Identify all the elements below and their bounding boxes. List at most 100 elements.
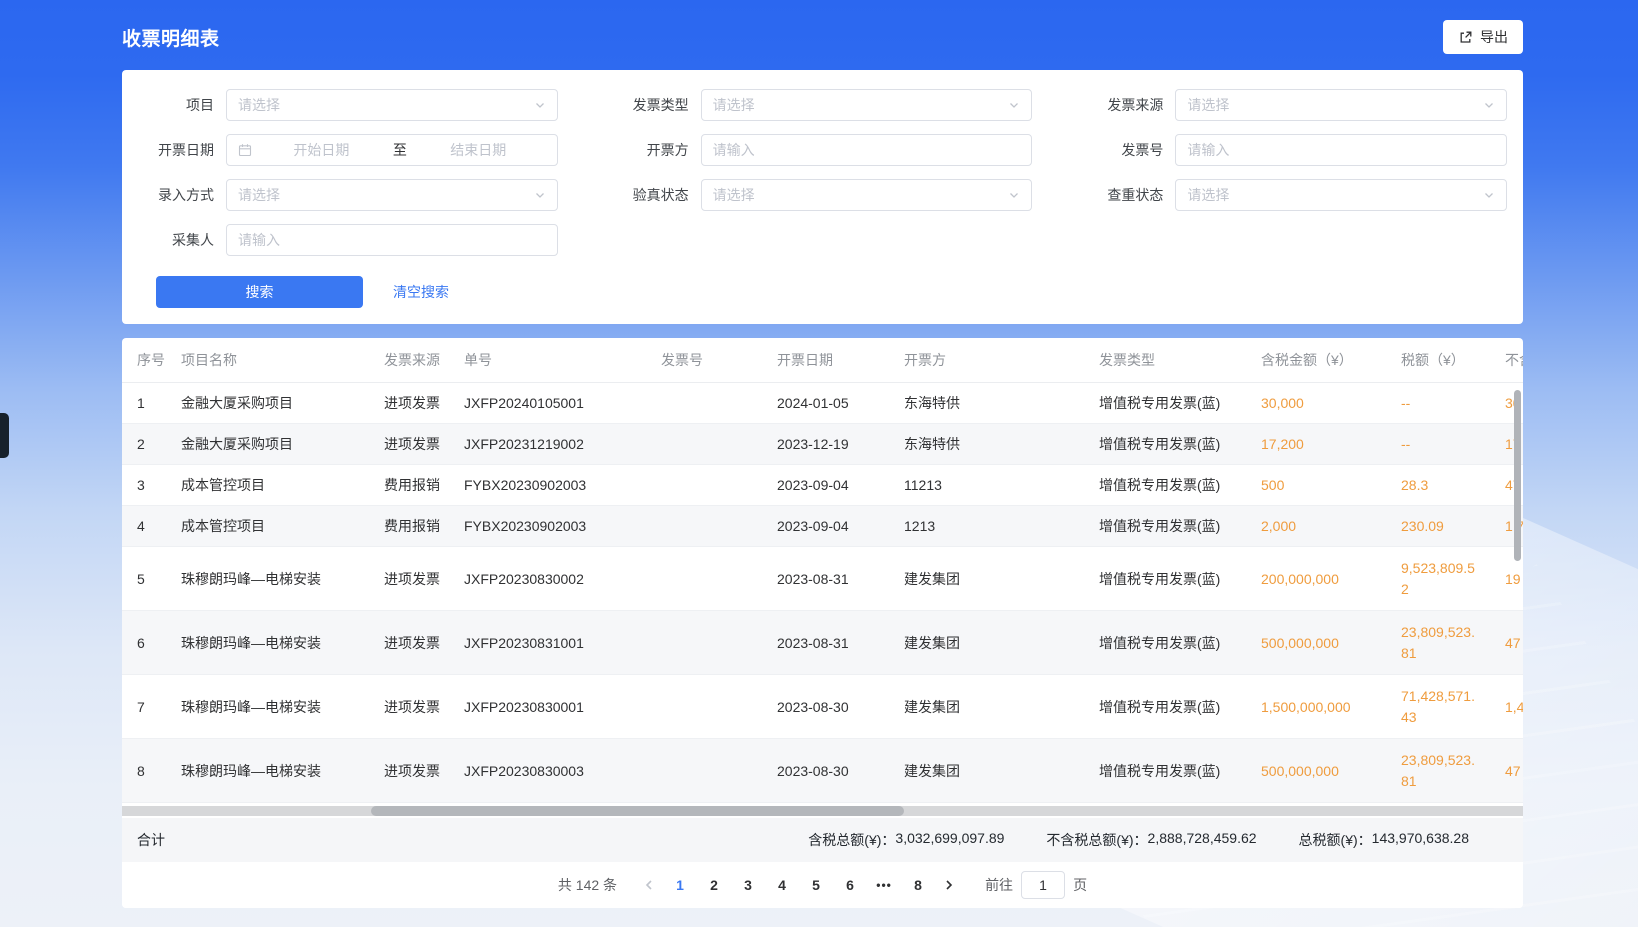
page-button-6[interactable]: 6 [835,871,865,899]
page-ellipsis[interactable]: ••• [869,871,899,899]
cell-tax: 23,809,523. 81 [1401,750,1505,792]
horizontal-scrollbar-track[interactable] [122,806,1523,816]
start-date-placeholder: 开始日期 [254,140,389,160]
select-field[interactable]: 请选择 [226,179,558,211]
select-field[interactable]: 请选择 [1175,89,1507,121]
cell-project: 成本管控项目 [181,475,384,495]
cell-issuer: 建发集团 [904,569,1099,589]
table-row[interactable]: 2金融大厦采购项目进项发票JXFP202312190022023-12-19东海… [122,424,1523,465]
select-field[interactable]: 请选择 [701,179,1033,211]
filter-label: 开票日期 [138,140,226,160]
cell-issuer: 建发集团 [904,761,1099,781]
text-field[interactable] [1175,134,1507,166]
table-row[interactable]: 7珠穆朗玛峰—电梯安装进项发票JXFP202308300012023-08-30… [122,675,1523,739]
page-button-1[interactable]: 1 [665,871,695,899]
cell-seq: 5 [137,571,181,587]
cell-amount_excl: 47 [1505,763,1523,779]
prev-page-button[interactable] [635,871,663,899]
cell-tax: 9,523,809.5 2 [1401,558,1505,600]
cell-type: 增值税专用发票(蓝) [1099,761,1261,781]
jump-page-input[interactable] [1021,871,1065,899]
table-row[interactable]: 4成本管控项目费用报销FYBX202309020032023-09-041213… [122,506,1523,547]
cell-source: 费用报销 [384,516,464,536]
date-range-field[interactable]: 开始日期至结束日期 [226,134,558,166]
filter-panel: 项目请选择发票类型请选择发票来源请选择开票日期开始日期至结束日期开票方发票号录入… [122,70,1523,324]
page-button-2[interactable]: 2 [699,871,729,899]
select-placeholder: 请选择 [238,185,280,205]
column-header-project: 项目名称 [181,350,384,370]
cell-type: 增值税专用发票(蓝) [1099,393,1261,413]
cell-project: 成本管控项目 [181,516,384,536]
table-row[interactable]: 5珠穆朗玛峰—电梯安装进项发票JXFP202308300022023-08-31… [122,547,1523,611]
cell-tax: 71,428,571. 43 [1401,686,1505,728]
table-body: 1金融大厦采购项目进项发票JXFP202401050012024-01-05东海… [122,383,1523,803]
cell-project: 珠穆朗玛峰—电梯安装 [181,761,384,781]
cell-amount_incl: 2,000 [1261,518,1401,534]
cell-amount_excl: 1,4 [1505,699,1523,715]
page-button-8[interactable]: 8 [903,871,933,899]
cell-type: 增值税专用发票(蓝) [1099,475,1261,495]
text-field[interactable] [701,134,1033,166]
total-tax-label: 总税额(¥)： [1299,830,1372,850]
table-row[interactable]: 6珠穆朗玛峰—电梯安装进项发票JXFP202308310012023-08-31… [122,611,1523,675]
cell-seq: 8 [137,763,181,779]
cell-order_no: JXFP20230830001 [464,699,661,715]
next-page-button[interactable] [935,871,963,899]
cell-type: 增值税专用发票(蓝) [1099,569,1261,589]
drawer-handle[interactable] [0,413,9,458]
cell-project: 金融大厦采购项目 [181,434,384,454]
cell-order_no: FYBX20230902003 [464,518,661,534]
filter-item: 发票来源请选择 [1087,82,1507,127]
chevron-down-icon [1483,189,1495,201]
cell-tax: -- [1401,393,1505,414]
table-header-row: 序号项目名称发票来源单号发票号开票日期开票方发票类型含税金额（¥）税额（¥）不含… [122,338,1523,383]
cell-project: 珠穆朗玛峰—电梯安装 [181,697,384,717]
cell-tax: 28.3 [1401,475,1505,496]
filter-item: 查重状态请选择 [1087,172,1507,217]
column-header-type: 发票类型 [1099,350,1261,370]
cell-amount_incl: 30,000 [1261,395,1401,411]
select-field[interactable]: 请选择 [1175,179,1507,211]
filter-actions: 搜索 清空搜索 [138,276,1507,308]
page-button-3[interactable]: 3 [733,871,763,899]
cell-project: 珠穆朗玛峰—电梯安装 [181,633,384,653]
jump-suffix: 页 [1073,875,1087,895]
filter-label: 录入方式 [138,185,226,205]
select-field[interactable]: 请选择 [226,89,558,121]
filter-item: 录入方式请选择 [138,172,558,217]
page-button-5[interactable]: 5 [801,871,831,899]
filter-item: 开票方 [613,127,1033,172]
horizontal-scrollbar-thumb[interactable] [371,806,904,816]
invoice-detail-page: 收票明细表 导出 项目请选择发票类型请选择发票来源请选择开票日期开始日期至结束日… [122,0,1523,908]
table-row[interactable]: 3成本管控项目费用报销FYBX202309020032023-09-041121… [122,465,1523,506]
filter-label: 发票类型 [613,95,701,115]
text-field[interactable] [226,224,558,256]
filter-label: 发票号 [1087,140,1175,160]
date-range-separator: 至 [389,140,411,160]
clear-search-link[interactable]: 清空搜索 [393,282,449,302]
select-field[interactable]: 请选择 [701,89,1033,121]
search-button[interactable]: 搜索 [156,276,363,308]
table-row[interactable]: 8珠穆朗玛峰—电梯安装进项发票JXFP202308300032023-08-30… [122,739,1523,803]
filter-label: 项目 [138,95,226,115]
filter-item: 采集人 [138,217,558,262]
text-input[interactable] [1187,142,1495,158]
cell-date: 2023-08-31 [777,571,904,587]
filter-label: 采集人 [138,230,226,250]
cell-order_no: JXFP20230830002 [464,571,661,587]
vertical-scrollbar[interactable] [1514,390,1521,561]
column-header-source: 发票来源 [384,350,464,370]
page-button-4[interactable]: 4 [767,871,797,899]
filter-grid: 项目请选择发票类型请选择发票来源请选择开票日期开始日期至结束日期开票方发票号录入… [138,82,1507,262]
cell-tax: 23,809,523. 81 [1401,622,1505,664]
cell-amount_excl: 19 [1505,571,1523,587]
cell-amount_incl: 200,000,000 [1261,571,1401,587]
cell-type: 增值税专用发票(蓝) [1099,434,1261,454]
table-row[interactable]: 1金融大厦采购项目进项发票JXFP202401050012024-01-05东海… [122,383,1523,424]
filter-item: 验真状态请选择 [613,172,1033,217]
cell-issuer: 东海特供 [904,393,1099,413]
text-input[interactable] [238,232,546,248]
export-button[interactable]: 导出 [1443,20,1523,54]
cell-order_no: FYBX20230902003 [464,477,661,493]
text-input[interactable] [713,142,1021,158]
